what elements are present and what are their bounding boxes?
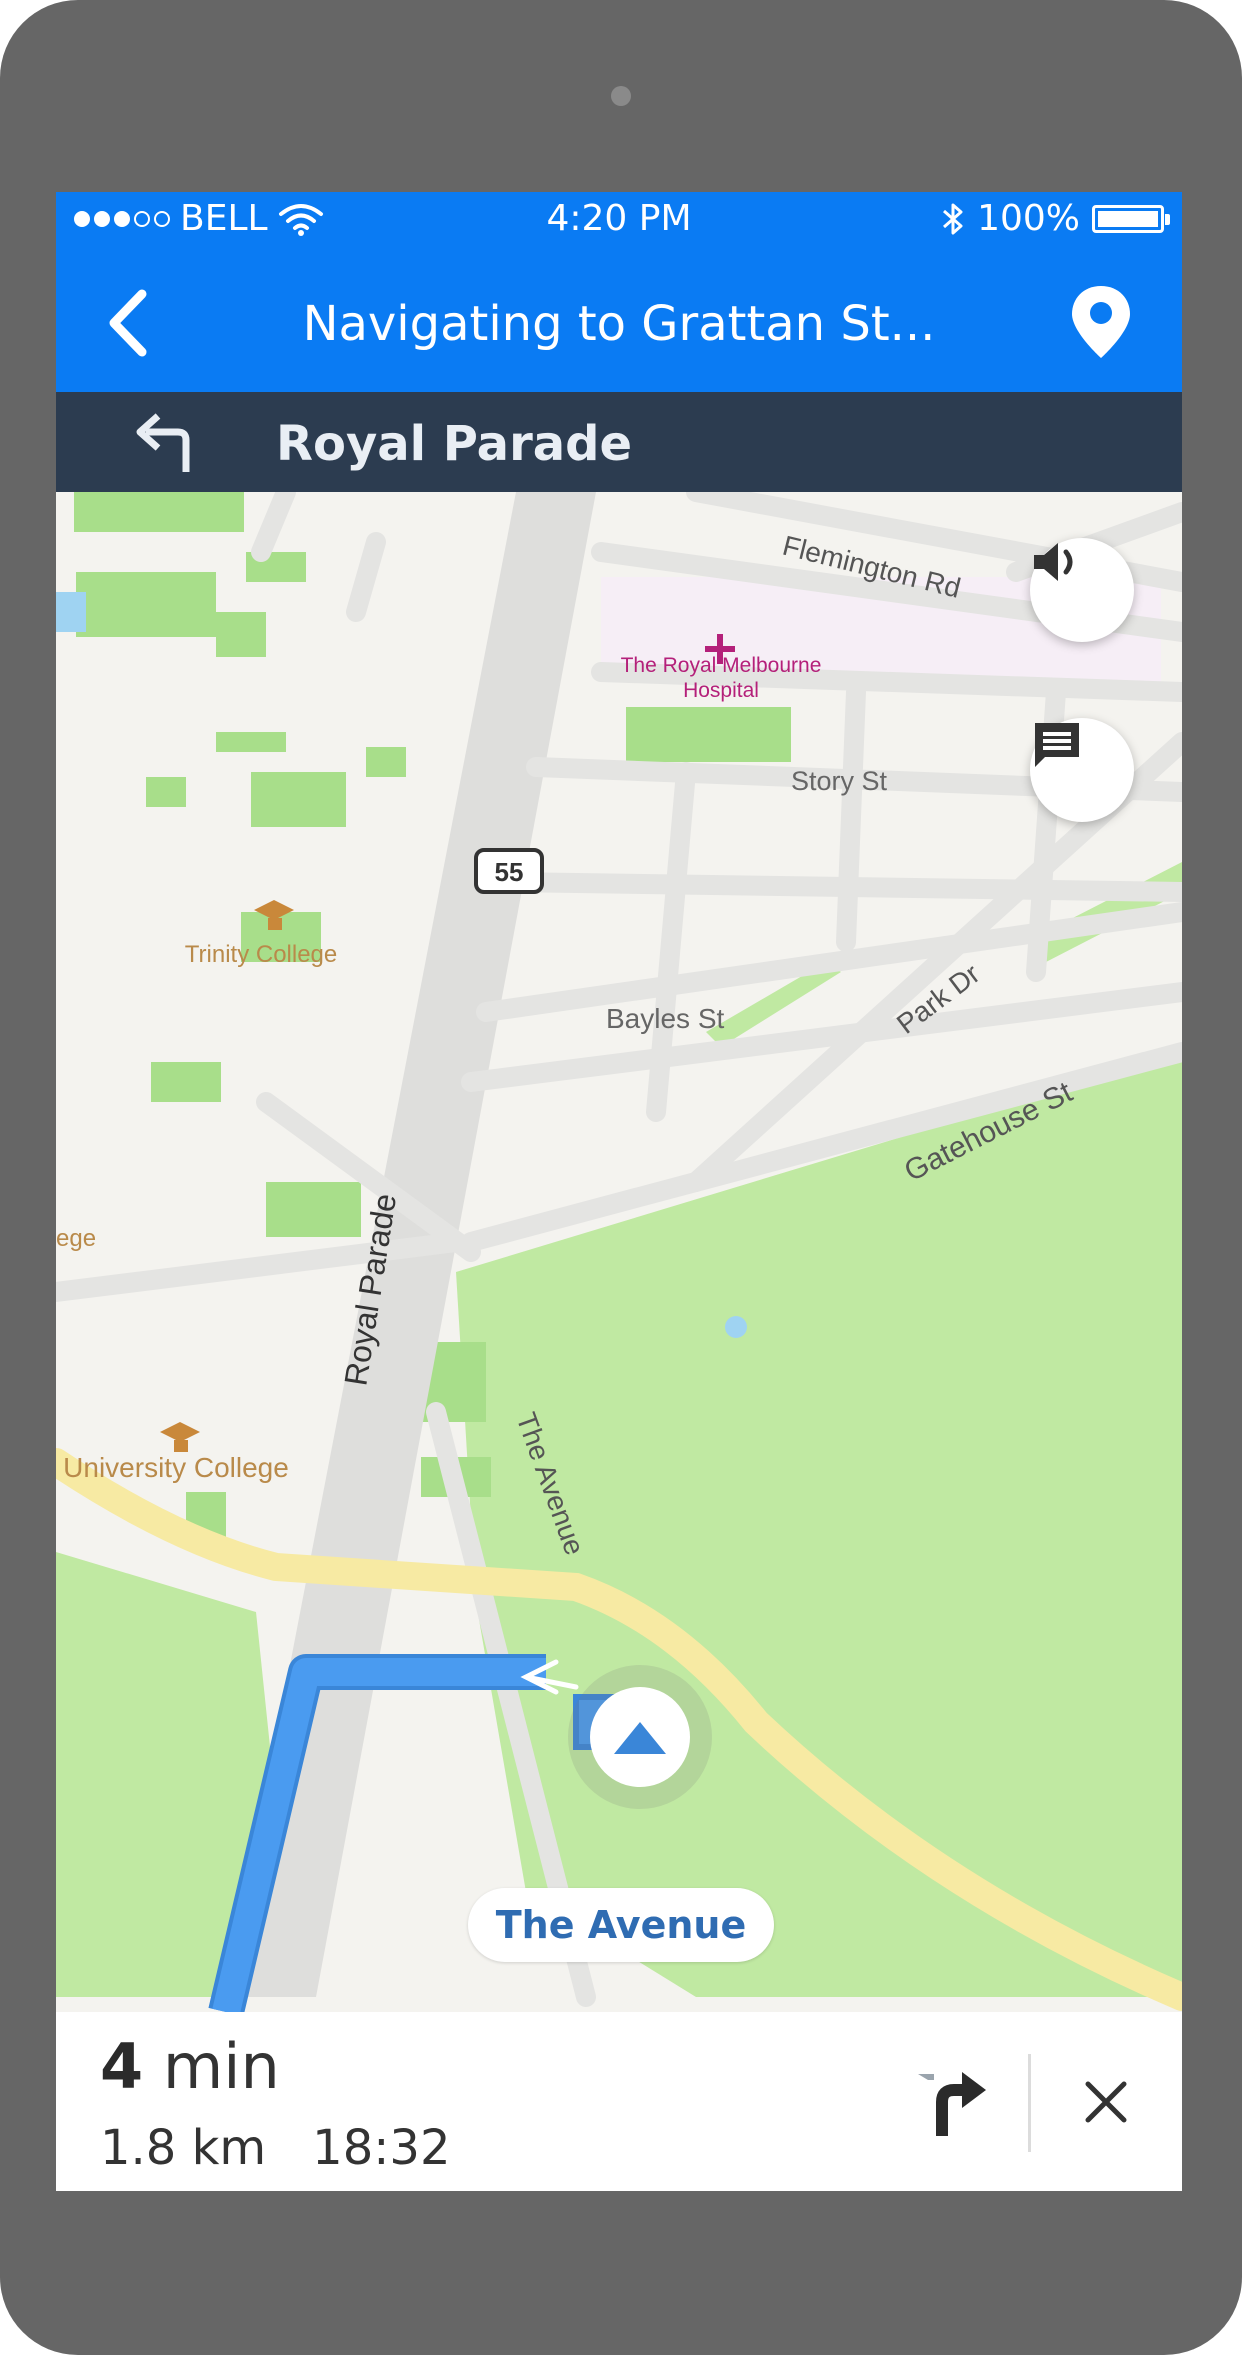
sound-button[interactable]: [1030, 538, 1134, 642]
phone-frame: BELL 4:20 PM 100% Navigating to Grattan …: [0, 0, 1242, 2355]
front-camera: [611, 86, 631, 106]
current-street-label: The Avenue: [468, 1888, 774, 1962]
battery-icon: [1092, 204, 1170, 233]
battery-percent: 100%: [977, 198, 1080, 239]
label-college-partial: ege: [56, 1225, 96, 1252]
label-hospital-line1: The Royal Melbourne: [621, 654, 822, 677]
trip-summary-panel: 4 min 1.8 km 18:32: [56, 2012, 1182, 2191]
navigation-title: Navigating to Grattan St...: [302, 296, 936, 352]
next-street-name: Royal Parade: [276, 416, 633, 472]
trip-details: 1.8 km 18:32: [100, 2120, 450, 2176]
duration-value: 4: [100, 2030, 144, 2103]
duration-unit: min: [162, 2030, 280, 2103]
map-pin-icon[interactable]: [1066, 282, 1136, 362]
message-button[interactable]: [1030, 718, 1134, 822]
next-direction-bar: Royal Parade: [56, 392, 1182, 492]
map-canvas[interactable]: 55 Flemington Rd The Royal Melbourne Hos…: [56, 492, 1182, 2012]
chevron-left-icon[interactable]: [94, 288, 164, 358]
battery-level: [1098, 210, 1158, 227]
label-bayles-st: Bayles St: [606, 1003, 724, 1034]
divider: [1028, 2054, 1031, 2152]
status-bar: BELL 4:20 PM 100%: [56, 192, 1182, 252]
map-view[interactable]: 55 Flemington Rd The Royal Melbourne Hos…: [56, 492, 1182, 2012]
close-icon[interactable]: [1076, 2072, 1136, 2132]
label-hospital-line2: Hospital: [683, 679, 759, 702]
label-trinity-college: Trinity College: [185, 941, 338, 968]
route-shield-number: 55: [495, 857, 524, 887]
status-right: 100%: [941, 198, 1170, 239]
trip-duration: 4 min: [100, 2030, 280, 2103]
label-story-st: Story St: [791, 766, 888, 796]
navigation-header: Navigating to Grattan St...: [56, 252, 1182, 392]
message-icon: [1035, 723, 1079, 767]
turn-right-icon[interactable]: [912, 2062, 994, 2144]
arrival-time: 18:32: [312, 2120, 451, 2176]
turn-left-icon: [136, 413, 190, 472]
screen: BELL 4:20 PM 100% Navigating to Grattan …: [56, 192, 1182, 2191]
bluetooth-icon: [943, 203, 963, 234]
volume-icon: [1034, 543, 1073, 581]
trip-distance: 1.8 km: [100, 2120, 267, 2176]
label-university-college: University College: [63, 1452, 289, 1483]
